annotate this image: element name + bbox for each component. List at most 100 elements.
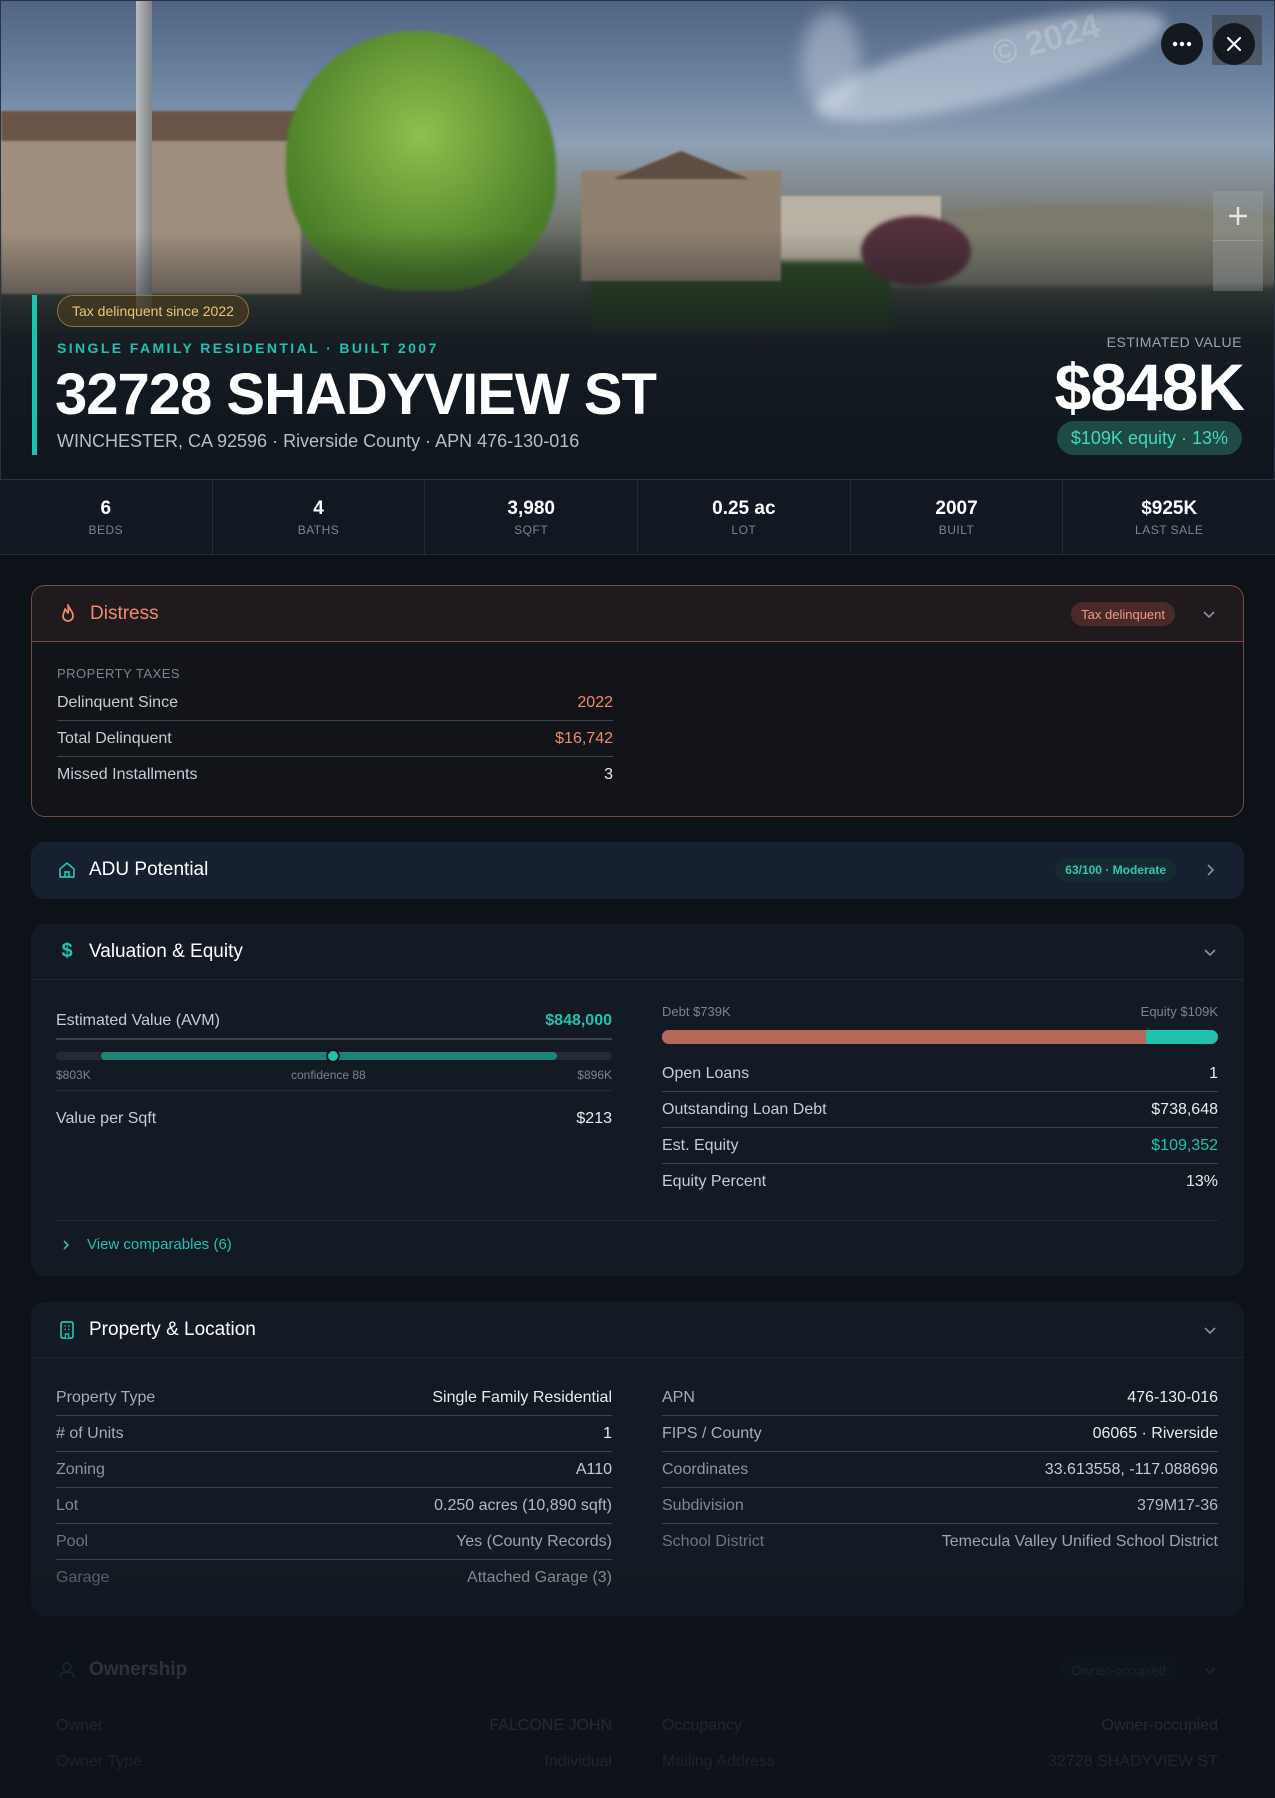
table-row: Property Type Single Family Residential [56, 1380, 612, 1416]
stat-label: LOT [731, 523, 757, 537]
chevron-down-icon[interactable] [1200, 942, 1220, 962]
row-value: Individual [544, 1753, 612, 1770]
stat-lot: 0.25 ac LOT [638, 480, 851, 554]
row-value: A110 [575, 1460, 612, 1478]
row-label: APN [662, 1388, 695, 1406]
stat-value: $925K [1141, 498, 1198, 519]
row-value: 2022 [577, 693, 613, 711]
stat-label: BEDS [88, 523, 124, 537]
row-label: Lot [56, 1496, 79, 1514]
row-label: Zoning [56, 1460, 105, 1478]
row-label: Total Delinquent [57, 729, 172, 747]
ellipsis-icon [1172, 41, 1192, 47]
property-taxes-section: PROPERTY TAXES Delinquent Since 2022 Tota… [57, 666, 613, 793]
row-label: Missed Installments [57, 766, 198, 783]
table-row: School District Temecula Valley Unified S… [662, 1524, 1218, 1560]
hero-photo: © 2024 Tax delinquent since 2022 SINGLE … [0, 0, 1275, 480]
plus-icon [1229, 206, 1247, 225]
flame-icon [58, 603, 78, 624]
tax-delinquent-pill: Tax delinquent since 2022 [57, 295, 249, 327]
property-right-column: APN 476-130-016 FIPS / County 06065 · Rive… [662, 1380, 1218, 1560]
table-row: Coordinates 33.613558, -117.088696 [662, 1452, 1218, 1488]
avm-value: $848,000 [545, 1012, 612, 1029]
property-title: Property & Location [89, 1318, 256, 1340]
property-location-card: Property & Location Property Type Single … [31, 1302, 1244, 1616]
table-row: Garage Attached Garage (3) [56, 1560, 612, 1596]
distress-card: Distress Tax delinquent PROPERTY TAXES D… [31, 585, 1244, 817]
ownership-card: Ownership Owner-occupied Owner FALCONE JO… [31, 1642, 1244, 1798]
table-row: Owner Type Individual [56, 1744, 612, 1780]
distress-title: Distress [90, 602, 159, 624]
row-value: 3 [604, 766, 613, 783]
row-label: Mailing Address [662, 1753, 775, 1770]
section-label: PROPERTY TAXES [57, 666, 181, 681]
table-row: APN 476-130-016 [662, 1380, 1218, 1416]
adu-header[interactable]: ADU Potential 63/100 · Moderate [31, 842, 1244, 898]
row-value: 06065 · Riverside [1092, 1424, 1218, 1442]
table-row: Missed Installments 3 [57, 757, 613, 793]
chevron-down-icon[interactable] [1200, 1320, 1220, 1340]
stat-value: 3,980 [507, 498, 555, 519]
row-label: Value per Sqft [56, 1110, 157, 1127]
ownership-left-column: Owner FALCONE JOHN Owner Type Individual [56, 1708, 612, 1780]
range-high: $896K [577, 1068, 612, 1082]
avm-section: Estimated Value (AVM) $848,000 $803K con… [56, 1004, 612, 1147]
equity-pill: $109K equity · 13% [1056, 421, 1242, 455]
adu-card[interactable]: ADU Potential 63/100 · Moderate [31, 842, 1244, 899]
close-icon [1226, 36, 1242, 52]
valuation-header[interactable]: $ Valuation & Equity [31, 924, 1244, 980]
row-value: $109,352 [1151, 1136, 1218, 1154]
chevron-down-icon[interactable] [1200, 1660, 1220, 1680]
row-value: $16,742 [555, 729, 613, 747]
page-title: 32728 SHADYVIEW ST [55, 362, 657, 427]
row-value: Temecula Valley Unified School District [941, 1533, 1218, 1550]
ownership-header[interactable]: Ownership Owner-occupied [31, 1642, 1244, 1698]
row-value: 379M17-36 [1137, 1496, 1218, 1514]
avm-row: Estimated Value (AVM) $848,000 [56, 1004, 612, 1040]
stat-value: 2007 [935, 498, 978, 519]
row-value: 476-130-016 [1127, 1388, 1218, 1406]
view-comparables-link[interactable]: View comparables (6) [59, 1236, 232, 1253]
stat-value: 6 [100, 498, 112, 519]
row-label: Occupancy [662, 1716, 743, 1734]
stat-label: BATHS [297, 523, 340, 537]
row-value: Attached Garage (3) [467, 1569, 612, 1586]
stat-baths: 4 BATHS [213, 480, 426, 554]
estimated-value: $848K [1054, 350, 1245, 424]
row-value: Yes (County Records) [456, 1532, 612, 1550]
zoom-in-button[interactable] [1213, 191, 1263, 241]
avm-label: Estimated Value (AVM) [56, 1012, 220, 1029]
range-low: $803K [56, 1068, 91, 1082]
row-label: Garage [56, 1569, 110, 1586]
property-header[interactable]: Property & Location [31, 1302, 1244, 1358]
equity-label: Equity $109K [1140, 1004, 1218, 1019]
row-label: # of Units [56, 1424, 124, 1442]
table-row: Total Delinquent $16,742 [57, 721, 613, 757]
ownership-title: Ownership [89, 1659, 188, 1680]
value-per-sqft-row: Value per Sqft $213 [56, 1091, 612, 1147]
row-label: Property Type [56, 1388, 156, 1406]
stat-built: 2007 BUILT [851, 480, 1064, 554]
distress-header[interactable]: Distress Tax delinquent [32, 586, 1243, 642]
building-icon [57, 1320, 77, 1340]
zoom-out-button[interactable] [1213, 241, 1263, 291]
debt-equity-section: Debt $739K Equity $109K Open Loans 1 Outs… [662, 1004, 1218, 1200]
valuation-card: $ Valuation & Equity Estimated Value (AV… [31, 924, 1244, 1276]
table-row: Est. Equity $109,352 [662, 1128, 1218, 1164]
avm-range: $803K confidence 88 $896K [56, 1040, 612, 1084]
sub-address: WINCHESTER, CA 92596 · Riverside County … [57, 431, 580, 451]
map-zoom-control [1213, 191, 1263, 291]
table-row: FIPS / County 06065 · Riverside [662, 1416, 1218, 1452]
debt-equity-bar [662, 1030, 1218, 1044]
close-button[interactable] [1213, 23, 1255, 65]
distress-badge: Tax delinquent [1071, 602, 1175, 626]
row-label: FIPS / County [662, 1424, 762, 1442]
table-row: Owner FALCONE JOHN [56, 1708, 612, 1744]
view-comparables-label: View comparables (6) [87, 1236, 232, 1253]
table-row: Outstanding Loan Debt $738,648 [662, 1092, 1218, 1128]
chevron-right-icon[interactable] [1200, 860, 1220, 880]
adu-score-badge: 63/100 · Moderate [1055, 858, 1176, 882]
more-options-button[interactable] [1161, 23, 1203, 65]
chevron-down-icon[interactable] [1199, 604, 1219, 624]
table-row: Equity Percent 13% [662, 1164, 1218, 1200]
